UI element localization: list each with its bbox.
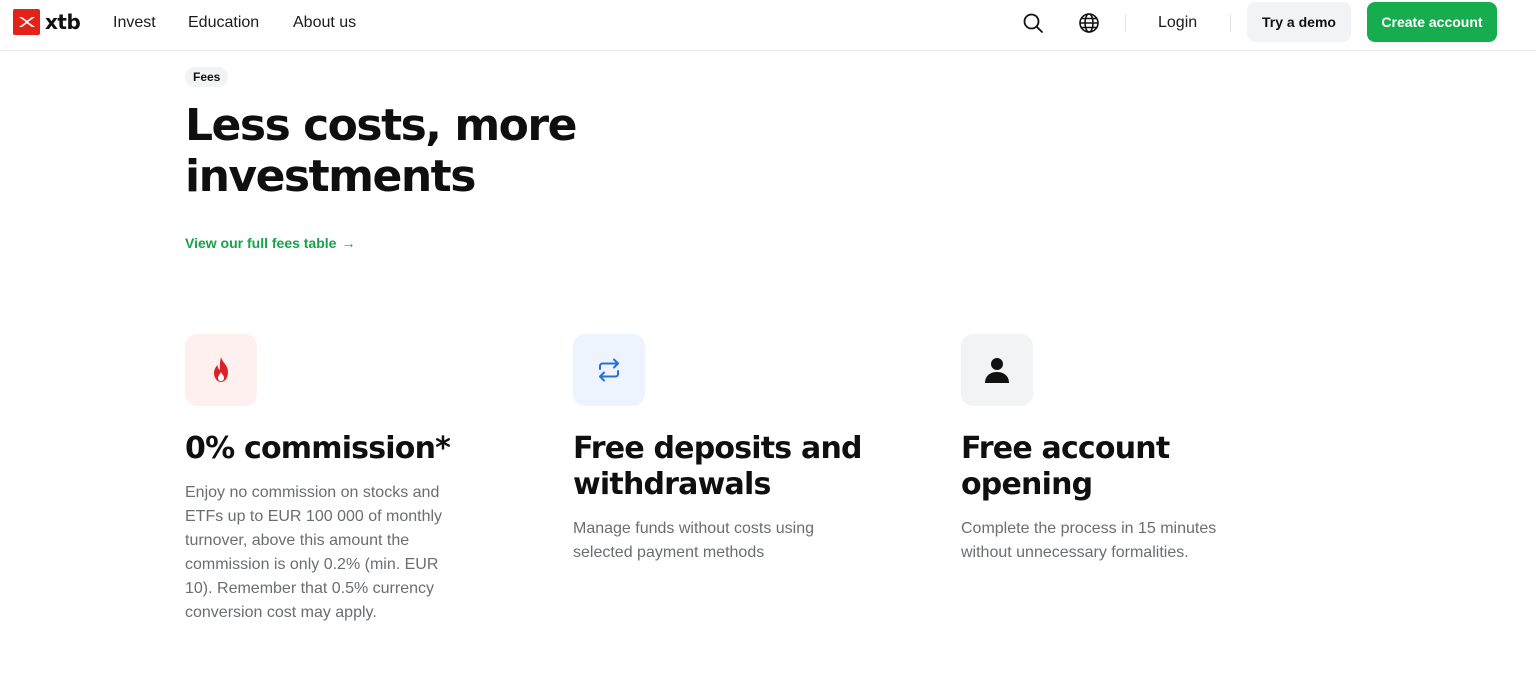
feature-title: 0% commission*: [185, 431, 451, 466]
create-account-button[interactable]: Create account: [1367, 2, 1497, 42]
feature-commission: 0% commission* Enjoy no commission on st…: [185, 334, 485, 625]
feature-free-deposits: Free deposits and withdrawals Manage fun…: [573, 334, 873, 565]
view-fees-table-link[interactable]: View our full fees table →: [185, 235, 355, 251]
search-icon[interactable]: [1021, 11, 1045, 35]
user-icon: [961, 334, 1033, 406]
section-tag-fees: Fees: [185, 67, 229, 87]
feature-title: Free account opening: [961, 431, 1170, 502]
header-divider: [1125, 14, 1126, 32]
login-link[interactable]: Login: [1158, 13, 1197, 33]
nav-about-us[interactable]: About us: [293, 13, 356, 33]
nav-education[interactable]: Education: [188, 13, 259, 33]
header-divider: [1230, 14, 1231, 32]
xtb-logo-mark-icon: [13, 9, 40, 35]
fees-link-label: View our full fees table: [185, 235, 337, 251]
globe-icon[interactable]: [1077, 11, 1101, 35]
nav-invest[interactable]: Invest: [113, 13, 156, 33]
try-demo-button[interactable]: Try a demo: [1247, 2, 1351, 42]
feature-description: Manage funds without costs using selecte…: [573, 520, 815, 561]
arrow-right-icon: →: [341, 235, 356, 251]
feature-free-account: Free account opening Complete the proces…: [961, 334, 1261, 565]
logo-text: xtb: [45, 10, 81, 34]
feature-description: Enjoy no commission on stocks and ETFs u…: [185, 484, 443, 621]
feature-title: Free deposits and withdrawals: [573, 431, 862, 502]
xtb-logo[interactable]: xtb: [13, 9, 81, 35]
top-navigation-bar: xtb Invest Education About us Login Try …: [0, 0, 1536, 51]
page-title: Less costs, more investments: [185, 100, 577, 202]
transfer-arrows-icon: [573, 334, 645, 406]
feature-description: Complete the process in 15 minutes witho…: [961, 520, 1217, 561]
flame-icon: [185, 334, 257, 406]
